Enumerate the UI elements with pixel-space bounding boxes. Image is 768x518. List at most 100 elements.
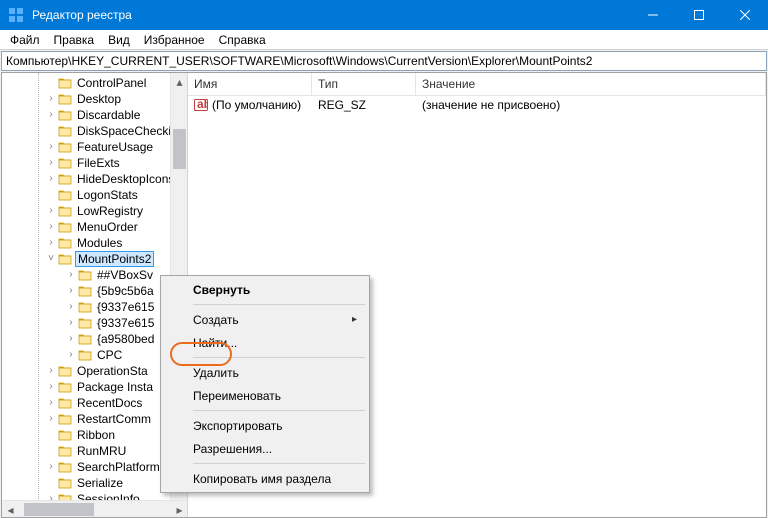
list-row[interactable]: ab (По умолчанию) REG_SZ (значение не пр… [188,96,766,114]
tree-item-label: {9337e615 [96,300,155,314]
tree-item-label: RunMRU [76,444,127,458]
tree-item-Discardable[interactable]: › Discardable [2,107,187,123]
tree-item-label: {a9580bed [96,332,155,346]
expand-icon[interactable]: › [46,93,56,103]
svg-text:ab: ab [197,98,208,111]
tree-item-label: SearchPlatform [76,460,161,474]
close-button[interactable] [722,0,768,30]
expand-icon[interactable]: › [46,157,56,167]
expand-icon[interactable]: › [66,333,76,343]
expand-icon[interactable]: › [66,269,76,279]
tree-item-label: MountPoints2 [76,252,153,266]
tree-item-label: LogonStats [76,188,139,202]
tree-item-label: ##VBoxSv [96,268,154,282]
tree-item-FileExts[interactable]: › FileExts [2,155,187,171]
tree-item-Modules[interactable]: › Modules [2,235,187,251]
ctx-separator [193,304,365,305]
expand-icon[interactable]: › [66,317,76,327]
tree-item-DiskSpaceChecking[interactable]: DiskSpaceChecking [2,123,187,139]
tree-hscrollbar[interactable]: ◂ ▸ [2,500,188,517]
expand-icon[interactable]: › [46,413,56,423]
expand-icon[interactable]: › [66,349,76,359]
col-name[interactable]: Имя [188,73,312,95]
scroll-up-icon[interactable]: ▴ [171,73,188,90]
tree-item-label: Serialize [76,476,124,490]
value-type: REG_SZ [318,98,366,112]
titlebar: Редактор реестра [0,0,768,30]
submenu-arrow-icon: ▸ [352,314,357,325]
menu-view[interactable]: Вид [102,31,136,49]
tree-item-label: {5b9c5b6a [96,284,155,298]
expand-icon[interactable]: › [46,141,56,151]
tree-item-Desktop[interactable]: › Desktop [2,91,187,107]
expand-icon[interactable]: › [46,461,56,471]
tree-item-FeatureUsage[interactable]: ›FeatureUsage [2,139,187,155]
expand-icon[interactable]: › [46,397,56,407]
tree-item-label: Modules [76,236,123,250]
tree-item-label: HideDesktopIcons [76,172,175,186]
expand-icon[interactable]: › [46,365,56,375]
expand-icon[interactable]: › [66,285,76,295]
string-value-icon: ab [194,98,208,112]
ctx-separator [193,463,365,464]
tree-item-label: RestartComm [76,412,152,426]
tree-item-MountPoints2[interactable]: ˅ MountPoints2 [2,251,187,267]
expand-icon[interactable]: › [46,221,56,231]
tree-item-label: LowRegistry [76,204,144,218]
hscroll-thumb[interactable] [24,503,94,516]
scroll-left-icon[interactable]: ◂ [2,501,19,517]
ctx-separator [193,410,365,411]
expand-icon[interactable]: › [66,301,76,311]
ctx-permissions[interactable]: Разрешения... [163,437,367,460]
tree-item-label: ControlPanel [76,76,147,90]
scroll-thumb[interactable] [173,129,186,169]
expand-icon[interactable]: ˅ [46,253,56,263]
tree-item-label: FileExts [76,156,121,170]
value-data: (значение не присвоено) [422,98,560,112]
ctx-copy-key-name[interactable]: Копировать имя раздела [163,467,367,490]
menu-file[interactable]: Файл [4,31,46,49]
menu-help[interactable]: Справка [213,31,272,49]
tree-item-label: RecentDocs [76,396,143,410]
minimize-button[interactable] [630,0,676,30]
tree-item-HideDesktopIcons[interactable]: › HideDesktopIcons [2,171,187,187]
ctx-rename[interactable]: Переименовать [163,384,367,407]
tree-item-ControlPanel[interactable]: ControlPanel [2,75,187,91]
value-name: (По умолчанию) [212,98,301,112]
expand-icon[interactable]: › [46,173,56,183]
expand-icon[interactable]: › [46,109,56,119]
ctx-new[interactable]: Создать▸ [163,308,367,331]
client-area: ControlPanel › Desktop › Discardable DiskSpac… [1,72,767,518]
tree-item-label: Ribbon [76,428,116,442]
window-buttons [630,0,768,30]
maximize-button[interactable] [676,0,722,30]
tree-item-label: Discardable [76,108,141,122]
ctx-separator [193,357,365,358]
address-bar[interactable]: Компьютер\HKEY_CURRENT_USER\SOFTWARE\Mic… [1,51,767,71]
ctx-delete[interactable]: Удалить [163,361,367,384]
tree-item-LowRegistry[interactable]: › LowRegistry [2,203,187,219]
tree-item-label: {9337e615 [96,316,155,330]
app-icon [8,7,24,23]
tree-item-label: OperationSta [76,364,149,378]
expand-icon[interactable]: › [46,237,56,247]
menu-favorites[interactable]: Избранное [138,31,211,49]
expand-icon[interactable]: › [46,205,56,215]
ctx-find[interactable]: Найти... [163,331,367,354]
menu-edit[interactable]: Правка [48,31,101,49]
tree-item-LogonStats[interactable]: LogonStats [2,187,187,203]
address-text: Компьютер\HKEY_CURRENT_USER\SOFTWARE\Mic… [6,54,592,68]
ctx-export[interactable]: Экспортировать [163,414,367,437]
tree-item-MenuOrder[interactable]: › MenuOrder [2,219,187,235]
window-title: Редактор реестра [32,8,132,22]
tree-item-label: Desktop [76,92,122,106]
expand-icon[interactable]: › [46,381,56,391]
scroll-right-icon[interactable]: ▸ [171,501,188,517]
tree-item-label: Package Insta [76,380,154,394]
tree-item-label: MenuOrder [76,220,139,234]
col-value[interactable]: Значение [416,73,766,95]
col-type[interactable]: Тип [312,73,416,95]
context-menu: Свернуть Создать▸ Найти... Удалить Переи… [160,275,370,493]
ctx-collapse[interactable]: Свернуть [163,278,367,301]
tree-item-label: DiskSpaceChecking [76,124,185,138]
